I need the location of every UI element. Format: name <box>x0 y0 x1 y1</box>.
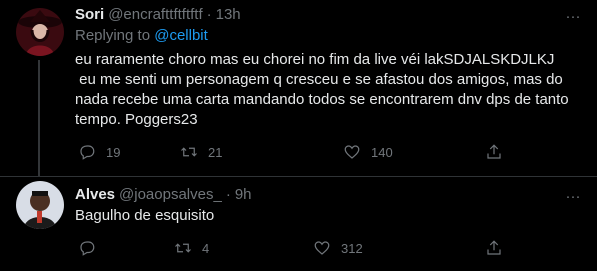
retweet-icon <box>181 147 197 157</box>
retweet-count: 4 <box>202 240 210 256</box>
more-options-button[interactable]: ··· <box>563 186 583 206</box>
tweet-header: Sori @encrafttftftftf · 13h <box>75 4 241 24</box>
user-handle[interactable]: @encrafttftftftf <box>108 6 202 23</box>
tweet-alves[interactable]: Alves @joaopsalves_ · 9h ··· Bagulho de … <box>0 177 597 271</box>
tweet-text: eu raramente choro mas eu chorei no fim … <box>75 51 569 128</box>
share-icon <box>487 240 501 255</box>
share-button[interactable] <box>485 237 503 259</box>
like-button[interactable]: 140 <box>343 141 393 163</box>
like-count: 140 <box>371 144 393 160</box>
separator-dot: · <box>225 185 231 203</box>
retweet-icon <box>175 243 191 253</box>
like-button[interactable]: 312 <box>313 237 363 259</box>
mention-link[interactable]: @cellbit <box>154 27 208 44</box>
more-icon: ··· <box>565 7 581 25</box>
tweet-header: Alves @joaopsalves_ · 9h <box>75 184 252 204</box>
replying-to: Replying to @cellbit <box>75 27 208 44</box>
tweet-actions: 4 312 <box>75 237 535 259</box>
user-handle[interactable]: @joaopsalves_ <box>119 186 222 203</box>
separator-dot: · <box>206 5 212 23</box>
reply-button[interactable] <box>78 237 96 259</box>
display-name[interactable]: Alves <box>75 186 115 203</box>
heart-icon <box>314 241 330 255</box>
tweet-text: Bagulho de esquisito <box>75 207 215 224</box>
tweet-sori[interactable]: Sori @encrafttftftftf · 13h ··· Replying… <box>0 0 597 176</box>
display-name[interactable]: Sori <box>75 6 104 23</box>
reply-count: 19 <box>106 144 121 160</box>
thread-line <box>38 60 40 176</box>
timestamp[interactable]: 13h <box>216 6 241 23</box>
reply-icon <box>80 145 95 160</box>
replying-to-label: Replying to <box>75 27 155 44</box>
retweet-count: 21 <box>208 144 223 160</box>
reply-button[interactable]: 19 <box>78 141 120 163</box>
retweet-button[interactable]: 4 <box>174 237 209 259</box>
more-options-button[interactable]: ··· <box>563 6 583 26</box>
share-button[interactable] <box>485 141 503 163</box>
timestamp[interactable]: 9h <box>235 186 252 203</box>
heart-icon <box>344 145 360 159</box>
retweet-button[interactable]: 21 <box>180 141 222 163</box>
avatar[interactable] <box>16 8 64 56</box>
avatar[interactable] <box>16 181 64 229</box>
tweet-actions: 19 21 140 <box>75 141 535 163</box>
more-icon: ··· <box>565 187 581 205</box>
like-count: 312 <box>341 240 363 256</box>
share-icon <box>487 144 501 159</box>
reply-icon <box>80 241 95 256</box>
